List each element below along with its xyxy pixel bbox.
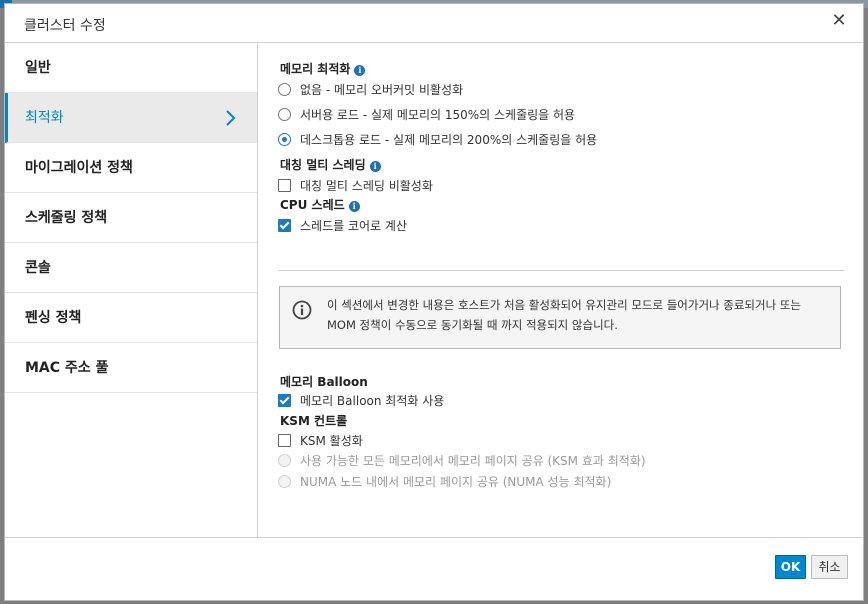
alert-message: 이 섹션에서 변경한 내용은 호스트가 처음 활성화되어 유지관리 모드로 들어… — [327, 298, 801, 332]
checkbox[interactable] — [278, 434, 291, 447]
sidebar-item-fencing-policy[interactable]: 펜싱 정책 — [5, 293, 257, 343]
optimization-panel: 메모리 최적화 i 없음 - 메모리 오버커밋 비활성화 서버용 로드 - 실제 … — [278, 43, 848, 538]
checkbox-label: KSM 활성화 — [300, 434, 363, 448]
info-circle-icon — [292, 300, 312, 320]
radio-label: 데스크톱용 로드 - 실제 메모리의 200%의 스케줄링을 허용 — [300, 133, 598, 147]
checkbox-smt-disable[interactable]: 대칭 멀티 스레딩 비활성화 — [278, 177, 433, 194]
ksm-heading: KSM 컨트롤 — [280, 414, 348, 428]
close-icon[interactable]: ✕ — [829, 11, 849, 31]
checkbox-label: 대칭 멀티 스레딩 비활성화 — [300, 179, 433, 193]
memory-optimization-label: 메모리 최적화 — [280, 62, 351, 76]
radio-label: 없음 - 메모리 오버커밋 비활성화 — [300, 83, 464, 97]
dialog-title: 클러스터 수정 — [24, 18, 106, 34]
checkbox-checked[interactable] — [278, 394, 291, 407]
info-icon[interactable]: i — [354, 65, 366, 76]
memory-optimization-heading: 메모리 최적화 i — [280, 60, 366, 77]
dialog-header: 클러스터 수정 ✕ — [5, 4, 863, 43]
cancel-button[interactable]: 취소 — [811, 555, 848, 579]
radio-ksm-numa: NUMA 노드 내에서 메모리 페이지 공유 (NUMA 성능 최적화) — [278, 473, 611, 490]
radio-button-disabled — [278, 475, 291, 488]
sidebar-item-label: 펜싱 정책 — [25, 310, 82, 326]
checkbox-threads-as-cores[interactable]: 스레드를 코어로 계산 — [278, 217, 407, 234]
checkbox[interactable] — [278, 179, 291, 192]
info-icon[interactable]: i — [369, 161, 381, 172]
sidebar-nav: 일반 최적화 마이그레이션 정책 스케줄링 정책 콘솔 펜싱 정책 MAC 주소… — [5, 43, 258, 538]
sidebar-item-label: 마이그레이션 정책 — [25, 160, 133, 176]
radio-label: 서버용 로드 - 실제 메모리의 150%의 스케줄링을 허용 — [300, 108, 576, 122]
radio-button-disabled — [278, 454, 291, 467]
sidebar-item-label: 스케줄링 정책 — [25, 210, 108, 226]
checkbox-ksm-enable[interactable]: KSM 활성화 — [278, 432, 363, 449]
sidebar-item-label: 콘솔 — [25, 260, 51, 276]
info-alert: 이 섹션에서 변경한 내용은 호스트가 처음 활성화되어 유지관리 모드로 들어… — [279, 286, 841, 349]
radio-label: 사용 가능한 모든 메모리에서 메모리 페이지 공유 (KSM 효과 최적화) — [300, 454, 646, 468]
sidebar-item-console[interactable]: 콘솔 — [5, 243, 257, 293]
chevron-right-icon — [226, 110, 236, 126]
radio-button[interactable] — [278, 83, 291, 96]
radio-label: NUMA 노드 내에서 메모리 페이지 공유 (NUMA 성능 최적화) — [300, 475, 612, 489]
sidebar-item-optimization[interactable]: 최적화 — [5, 93, 257, 143]
radio-memory-desktop[interactable]: 데스크톱용 로드 - 실제 메모리의 200%의 스케줄링을 허용 — [278, 131, 597, 148]
sidebar-item-label: 최적화 — [25, 110, 64, 126]
smt-heading: 대칭 멀티 스레딩 i — [280, 156, 381, 173]
sidebar-item-general[interactable]: 일반 — [5, 43, 257, 93]
checkbox-label: 메모리 Balloon 최적화 사용 — [300, 394, 445, 408]
radio-button-selected[interactable] — [278, 133, 291, 146]
radio-memory-server[interactable]: 서버용 로드 - 실제 메모리의 150%의 스케줄링을 허용 — [278, 106, 575, 123]
cpu-threads-heading: CPU 스레드 i — [280, 196, 360, 213]
checkbox-checked[interactable] — [278, 219, 291, 232]
sidebar-item-label: MAC 주소 풀 — [25, 360, 109, 376]
smt-label: 대칭 멀티 스레딩 — [280, 158, 366, 172]
cpu-threads-label: CPU 스레드 — [280, 198, 345, 212]
sidebar-item-mac-pool[interactable]: MAC 주소 풀 — [5, 343, 257, 393]
checkbox-memory-balloon[interactable]: 메모리 Balloon 최적화 사용 — [278, 392, 444, 409]
edit-cluster-dialog: 클러스터 수정 ✕ 일반 최적화 마이그레이션 정책 스케줄링 정책 콘솔 펜싱… — [4, 3, 864, 601]
radio-button[interactable] — [278, 108, 291, 121]
memory-balloon-heading: 메모리 Balloon — [280, 375, 368, 389]
dialog-footer: OK 취소 — [5, 537, 863, 600]
checkbox-label: 스레드를 코어로 계산 — [300, 219, 407, 233]
info-icon[interactable]: i — [348, 201, 360, 212]
sidebar-item-migration-policy[interactable]: 마이그레이션 정책 — [5, 143, 257, 193]
section-divider — [278, 270, 844, 271]
radio-ksm-all-memory: 사용 가능한 모든 메모리에서 메모리 페이지 공유 (KSM 효과 최적화) — [278, 452, 646, 469]
ok-button[interactable]: OK — [775, 555, 806, 579]
radio-memory-none[interactable]: 없음 - 메모리 오버커밋 비활성화 — [278, 81, 463, 98]
sidebar-item-scheduling-policy[interactable]: 스케줄링 정책 — [5, 193, 257, 243]
sidebar-item-label: 일반 — [25, 60, 51, 76]
